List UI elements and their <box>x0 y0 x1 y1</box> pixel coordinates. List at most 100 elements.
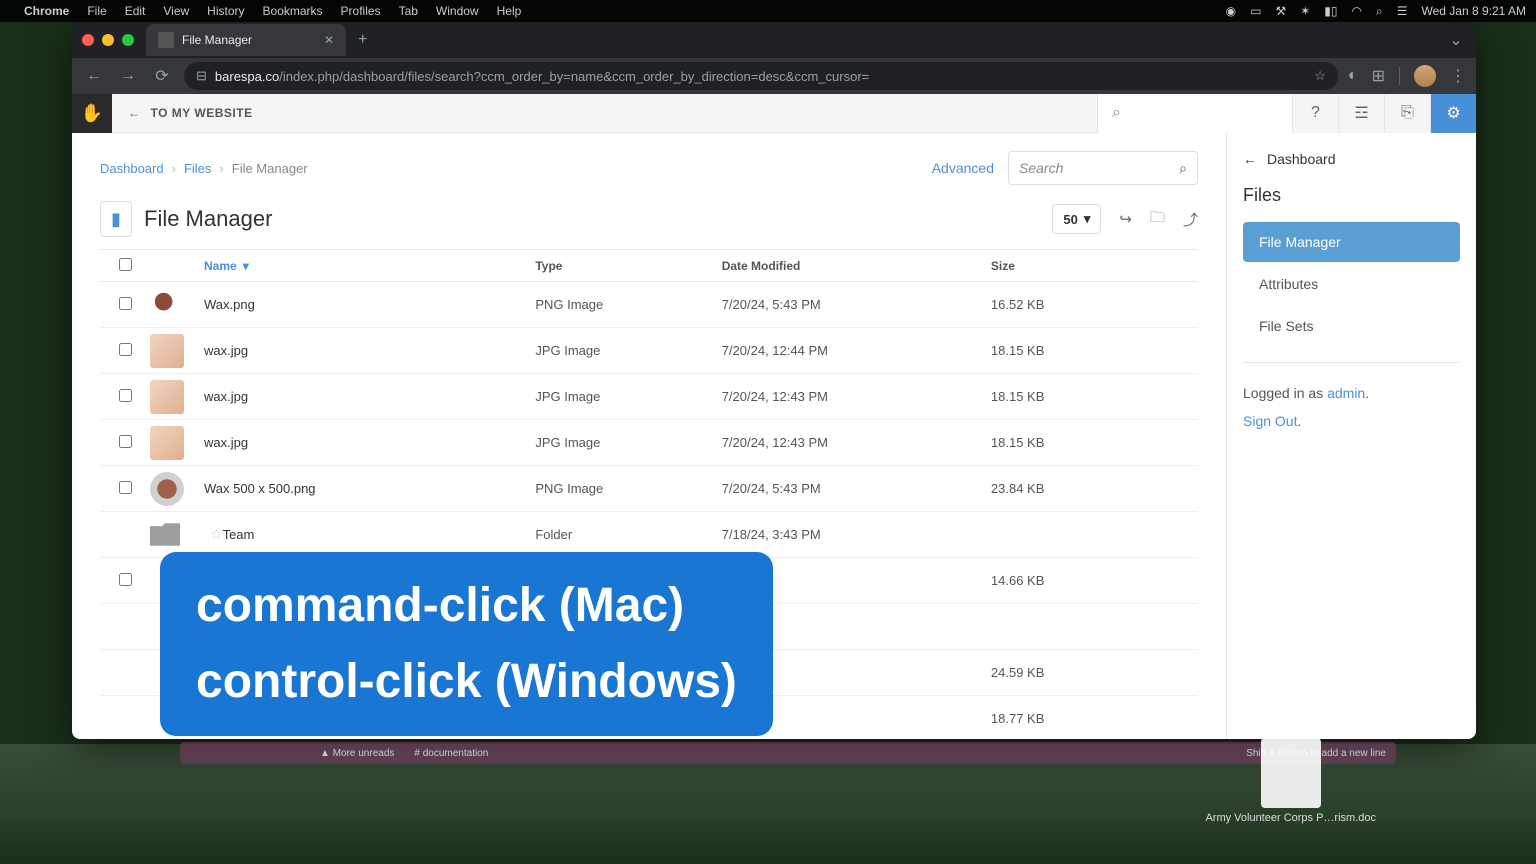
menu-profiles[interactable]: Profiles <box>341 4 381 18</box>
forward-button[interactable]: → <box>116 67 140 85</box>
bookmark-ribbon-icon[interactable]: ▮ <box>100 201 132 237</box>
settings-sliders-button[interactable]: ⚙ <box>1430 94 1476 133</box>
table-row[interactable]: wax.jpg JPG Image 7/20/24, 12:44 PM 18.1… <box>100 328 1198 374</box>
profile-avatar[interactable] <box>1414 65 1436 87</box>
browser-toolbar: ← → ⟳ ⊟ barespa.co/index.php/dashboard/f… <box>72 58 1476 94</box>
tab-overflow-button[interactable]: ⌄ <box>1446 30 1466 50</box>
share-icon[interactable]: ↪ <box>1119 210 1132 228</box>
table-row[interactable]: wax.jpg JPG Image 7/20/24, 12:43 PM 18.1… <box>100 420 1198 466</box>
row-checkbox[interactable] <box>119 297 132 310</box>
row-checkbox[interactable] <box>119 435 132 448</box>
spotlight-icon[interactable]: ⌕ <box>1376 4 1383 19</box>
file-date: 7/20/24, 12:44 PM <box>722 343 991 358</box>
channel-name: # documentation <box>414 748 488 759</box>
arrow-left-icon: ← <box>128 106 141 120</box>
file-thumbnail <box>150 380 184 414</box>
advanced-search-link[interactable]: Advanced <box>932 160 994 176</box>
list-button[interactable]: ☲ <box>1338 94 1384 133</box>
favicon-icon <box>158 32 174 48</box>
file-size: 18.15 KB <box>991 343 1198 358</box>
table-row[interactable]: wax.jpg JPG Image 7/20/24, 12:43 PM 18.1… <box>100 374 1198 420</box>
upload-icon[interactable]: ⤴ <box>1183 209 1198 230</box>
favorite-star-icon[interactable]: ☆ <box>210 526 223 542</box>
clock[interactable]: Wed Jan 8 9:21 AM <box>1421 4 1526 18</box>
sidebar-title: Files <box>1243 185 1460 206</box>
file-name: Wax 500 x 500.png <box>204 481 316 496</box>
tab-title: File Manager <box>182 33 252 47</box>
extensions-button[interactable]: ⊞ <box>1372 66 1385 86</box>
back-link-label: TO MY WEBSITE <box>151 106 253 120</box>
back-button[interactable]: ← <box>82 67 106 85</box>
bluetooth-icon[interactable]: ✶ <box>1300 4 1310 18</box>
menu-tab[interactable]: Tab <box>399 4 418 18</box>
to-my-website-link[interactable]: ← TO MY WEBSITE <box>112 106 269 120</box>
file-size: 23.84 KB <box>991 481 1198 496</box>
app-menu[interactable]: Chrome <box>24 4 69 18</box>
tool-icon[interactable]: ⚒ <box>1275 4 1286 18</box>
breadcrumb-current: File Manager <box>232 161 308 176</box>
close-tab-button[interactable]: ✕ <box>324 33 334 47</box>
logged-in-user-link[interactable]: admin <box>1327 385 1365 401</box>
sidebar-item-file-manager[interactable]: File Manager <box>1243 222 1460 262</box>
file-type: JPG Image <box>535 389 721 404</box>
file-type: JPG Image <box>535 435 721 450</box>
select-all-checkbox[interactable] <box>119 258 132 271</box>
new-folder-icon[interactable]: 🗀 <box>1150 207 1165 232</box>
menu-help[interactable]: Help <box>497 4 522 18</box>
menu-history[interactable]: History <box>207 4 244 18</box>
column-type[interactable]: Type <box>535 259 721 273</box>
row-checkbox[interactable] <box>119 573 132 586</box>
menu-bookmarks[interactable]: Bookmarks <box>263 4 323 18</box>
file-name: wax.jpg <box>204 389 248 404</box>
row-checkbox[interactable] <box>119 481 132 494</box>
menu-window[interactable]: Window <box>436 4 479 18</box>
status-icon[interactable]: ◉ <box>1226 4 1236 18</box>
tab-bar: File Manager ✕ + ⌄ <box>72 22 1476 58</box>
sidebar-back-link[interactable]: ← Dashboard <box>1243 151 1460 167</box>
window-close-button[interactable] <box>82 34 94 46</box>
browser-tab[interactable]: File Manager ✕ <box>146 24 346 56</box>
app-logo[interactable]: ✋ <box>72 94 112 133</box>
help-button[interactable]: ? <box>1292 94 1338 133</box>
battery-icon[interactable]: ▮▯ <box>1324 4 1337 18</box>
url-domain: barespa.co <box>215 69 279 84</box>
menu-edit[interactable]: Edit <box>125 4 146 18</box>
window-minimize-button[interactable] <box>102 34 114 46</box>
desktop-file[interactable]: Army Volunteer Corps P…rism.doc <box>1205 738 1376 824</box>
chrome-menu-button[interactable]: ⋮ <box>1450 66 1466 86</box>
page-size-value: 50 <box>1063 212 1077 227</box>
control-center-icon[interactable]: ☰ <box>1397 4 1408 18</box>
row-checkbox[interactable] <box>119 343 132 356</box>
breadcrumb-dashboard[interactable]: Dashboard <box>100 161 164 176</box>
breadcrumb-sep: › <box>172 161 176 176</box>
breadcrumb-files[interactable]: Files <box>184 161 211 176</box>
clipboard-button[interactable]: ⎘ <box>1384 94 1430 133</box>
menu-view[interactable]: View <box>163 4 189 18</box>
column-size[interactable]: Size <box>991 259 1198 273</box>
arrow-left-icon: ← <box>1243 151 1257 167</box>
address-bar[interactable]: ⊟ barespa.co/index.php/dashboard/files/s… <box>184 62 1338 90</box>
menu-file[interactable]: File <box>87 4 106 18</box>
sidebar-item-file-sets[interactable]: File Sets <box>1243 306 1460 346</box>
topbar-search[interactable]: ⌕ <box>1097 94 1292 133</box>
search-icon[interactable]: ⌕ <box>1179 160 1187 177</box>
sign-out-link[interactable]: Sign Out <box>1243 413 1297 429</box>
new-tab-button[interactable]: + <box>358 31 367 49</box>
column-date[interactable]: Date Modified <box>722 259 991 273</box>
extension-icon-1[interactable]: ◐ <box>1348 67 1358 85</box>
app-topbar: ✋ ← TO MY WEBSITE ⌕ ? ☲ ⎘ ⚙ <box>72 94 1476 133</box>
column-name[interactable]: Name ▾ <box>200 259 535 273</box>
bookmark-star-icon[interactable]: ☆ <box>1314 68 1326 84</box>
search-input[interactable]: Search ⌕ <box>1008 151 1198 185</box>
table-row[interactable]: Wax 500 x 500.png PNG Image 7/20/24, 5:4… <box>100 466 1198 512</box>
page-size-selector[interactable]: 50 ▾ <box>1052 204 1101 234</box>
table-row[interactable]: Wax.png PNG Image 7/20/24, 5:43 PM 16.52… <box>100 282 1198 328</box>
site-info-icon[interactable]: ⊟ <box>196 68 207 84</box>
screen-icon[interactable]: ▭ <box>1250 4 1261 18</box>
window-maximize-button[interactable] <box>122 34 134 46</box>
reload-button[interactable]: ⟳ <box>150 66 174 86</box>
logged-in-text: Logged in as <box>1243 385 1327 401</box>
wifi-icon[interactable]: ◠ <box>1352 4 1362 18</box>
row-checkbox[interactable] <box>119 389 132 402</box>
sidebar-item-attributes[interactable]: Attributes <box>1243 264 1460 304</box>
